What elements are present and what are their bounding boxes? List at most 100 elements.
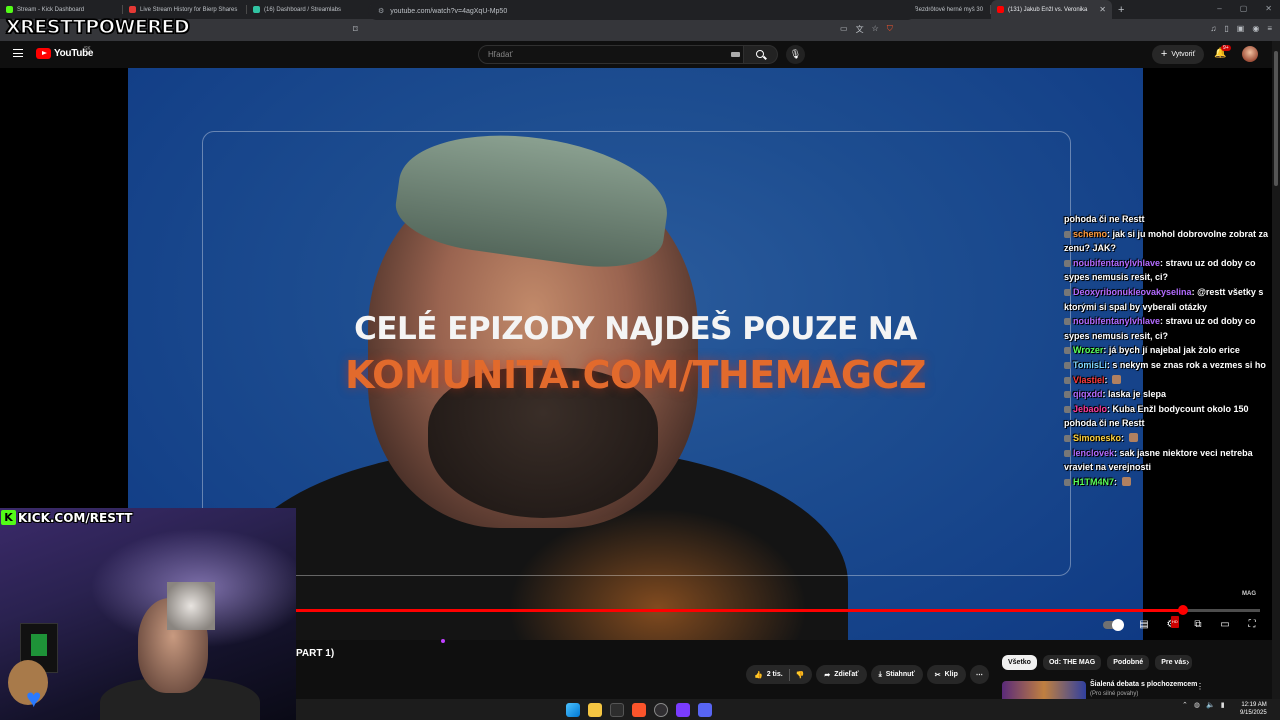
keyboard-icon[interactable] — [731, 52, 740, 57]
chat-username[interactable]: noubifentanylvhlave — [1073, 258, 1160, 268]
chat-username[interactable]: TomisLi — [1073, 360, 1107, 370]
chat-text: já bych jí najebal jak žolo erice — [1108, 345, 1240, 356]
browser-menu-icon[interactable]: ≡ — [1267, 24, 1272, 33]
voice-search-button[interactable]: 🎙 — [786, 45, 805, 64]
thumbs-up-icon[interactable]: 👍 — [754, 671, 763, 679]
discord-icon[interactable] — [698, 702, 712, 717]
chat-message: Wrozer: já bych jí najebal jak žolo eric… — [1064, 343, 1280, 358]
settings-gear-icon[interactable]: ⚙HD — [1165, 616, 1179, 631]
minimize-icon[interactable]: – — [1217, 4, 1221, 13]
address-bar-icons: ▭ 文 ☆ ⛉ — [840, 24, 893, 35]
chat-username[interactable]: Vlastiel — [1073, 375, 1105, 385]
terminal-icon[interactable] — [610, 702, 624, 717]
cast-icon[interactable]: ▭ — [840, 24, 848, 35]
chip-all[interactable]: Všetko — [1002, 655, 1037, 670]
browser-extension-icons: ♫ ▯ ▣ ◉ ≡ — [1210, 24, 1272, 33]
chat-text: laska je slepa — [1108, 389, 1167, 400]
obs-icon[interactable] — [654, 702, 668, 717]
chat-username[interactable]: noubifentanylvhlave — [1073, 316, 1160, 326]
app-purple-icon[interactable] — [676, 702, 690, 717]
chat-message: noubifentanylvhlave: stravu uz od doby c… — [1064, 314, 1280, 343]
chevron-right-icon[interactable]: › — [1186, 657, 1189, 668]
thumbs-down-icon[interactable]: 👎 — [796, 671, 805, 679]
search-button[interactable] — [744, 45, 778, 64]
share-label: Zdieľať — [834, 671, 859, 678]
chip-related[interactable]: Podobné — [1107, 655, 1150, 670]
chat-emote-icon — [1128, 432, 1138, 442]
create-button[interactable]: + Vytvoriť — [1152, 45, 1204, 64]
download-button[interactable]: ⤓ Stiahnuť — [870, 665, 923, 684]
miniplayer-icon[interactable]: ⧉ — [1192, 619, 1204, 631]
maximize-icon[interactable]: ▢ — [1240, 4, 1248, 13]
url-field[interactable]: ⚙ youtube.com/watch?v=4agXqU-Mp50 — [368, 2, 916, 20]
scissors-icon: ✂ — [934, 671, 941, 679]
chat-username[interactable]: qiqxdd — [1073, 389, 1103, 399]
profile-icon[interactable]: ◉ — [1252, 24, 1259, 33]
volume-icon[interactable]: 🔈 — [1206, 701, 1215, 709]
tab-favicon-icon — [253, 6, 260, 13]
wallet-icon[interactable]: ▣ — [1237, 24, 1245, 33]
chat-username[interactable]: H1TM4N7 — [1073, 477, 1114, 487]
tab-label: Stream - Kick Dashboard — [17, 6, 85, 13]
sidebar-icon[interactable]: ▯ — [1224, 24, 1228, 33]
close-tab-icon[interactable]: ✕ — [1099, 5, 1106, 14]
recommended-video-thumbnail[interactable] — [1002, 681, 1086, 699]
search-input[interactable]: Hľadať — [478, 45, 744, 64]
chat-username[interactable]: Deoxyribonukleovakyselina — [1073, 287, 1192, 297]
autoplay-toggle[interactable] — [1103, 619, 1124, 631]
file-explorer-icon[interactable] — [588, 702, 602, 717]
more-actions-button[interactable]: ⋯ — [969, 665, 989, 684]
progress-scrubber[interactable] — [1178, 605, 1188, 615]
chat-username[interactable]: lenclovek — [1073, 448, 1114, 458]
chat-colon: : — [1114, 476, 1120, 487]
chat-text: pohoda či ne Restt — [1064, 214, 1145, 224]
chat-username[interactable]: Wrozer — [1073, 345, 1103, 355]
chat-username[interactable]: schemo — [1073, 229, 1107, 239]
brave-browser-icon[interactable] — [632, 702, 646, 717]
recommended-video-title[interactable]: Šialená debata s plochozemcem — [1090, 681, 1200, 688]
fullscreen-icon[interactable]: ⛶ — [1246, 619, 1258, 631]
recommendation-menu-icon[interactable]: ⋮ — [1196, 682, 1204, 691]
battery-icon[interactable]: ▮ — [1221, 701, 1225, 709]
share-button[interactable]: ➦ Zdieľať — [816, 665, 867, 684]
address-bar-row — [0, 19, 1280, 41]
windows-start-icon[interactable] — [566, 702, 580, 717]
video-overlay-text-line2: KOMUNITA.COM/THEMAGCZ — [344, 353, 927, 397]
brave-shield-icon[interactable]: ⛉ — [887, 24, 893, 35]
screen: Stream - Kick Dashboard Live Stream Histo… — [0, 0, 1280, 720]
like-dislike-button[interactable]: 👍 2 tis. 👎 — [746, 665, 813, 684]
plus-icon: + — [1160, 48, 1168, 60]
system-clock[interactable]: 12:19 AM 9/15/2025 — [1240, 701, 1267, 717]
hamburger-menu-icon[interactable] — [13, 49, 23, 57]
close-window-icon[interactable]: ✕ — [1265, 4, 1272, 13]
site-info-icon[interactable]: ⚙ — [378, 7, 384, 15]
star-icon[interactable]: ☆ — [872, 24, 879, 35]
new-tab-icon[interactable]: + — [1118, 4, 1124, 16]
chat-text: s nekym se znas rok a vezmes si ho — [1112, 359, 1266, 370]
translate-icon[interactable]: 文 — [856, 24, 864, 35]
chat-username[interactable]: Jebaolo — [1073, 404, 1107, 414]
music-icon[interactable]: ♫ — [1210, 24, 1216, 33]
channel-watermark[interactable]: MAG — [1242, 591, 1256, 597]
chat-message: pohoda či ne Restt — [1064, 212, 1280, 227]
browser-tab[interactable]: (131) Jakub Enžl vs. Veronika ✕ — [991, 0, 1112, 19]
taskbar-pinned-apps — [566, 699, 712, 720]
scroll-thumb[interactable] — [1274, 51, 1278, 186]
chip-from-channel[interactable]: Od: THE MAG — [1042, 655, 1102, 670]
clip-button[interactable]: ✂ Klip — [926, 665, 966, 684]
chat-user-badge-icon — [1064, 347, 1071, 355]
recommended-video-subtitle: (Pro silné povahy) — [1090, 691, 1139, 697]
mouse-cursor — [441, 639, 445, 643]
tray-expand-icon[interactable]: ⌃ — [1182, 701, 1188, 709]
avatar[interactable] — [1242, 46, 1258, 62]
bookmark-icon[interactable]: ⌑ — [353, 24, 358, 35]
video-progress-bar[interactable] — [296, 605, 1260, 615]
divider — [788, 668, 790, 681]
theater-mode-icon[interactable]: ▭ — [1219, 619, 1231, 631]
network-icon[interactable]: ◍ — [1194, 701, 1200, 709]
chat-emote-icon — [1112, 374, 1122, 384]
subtitles-icon[interactable]: ▤ — [1138, 619, 1150, 631]
browser-tab[interactable]: (16) Dashboard / Streamlabs — [247, 0, 371, 19]
chat-username[interactable]: Simonesko — [1073, 433, 1121, 443]
chat-message: Simonesko: — [1064, 431, 1280, 446]
